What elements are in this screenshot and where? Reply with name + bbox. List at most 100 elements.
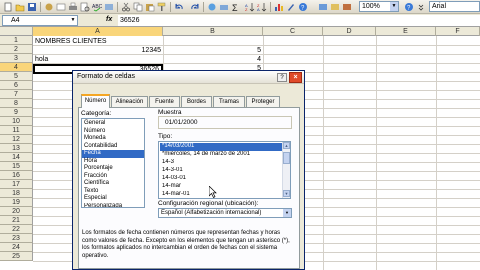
row-header[interactable]: 20 [0, 207, 33, 216]
cell-b3[interactable]: 4 [163, 55, 263, 64]
tab-tramas[interactable]: Tramas [213, 96, 245, 107]
sort-ascending-icon[interactable]: AZ [245, 2, 255, 12]
select-all-corner[interactable] [0, 27, 33, 36]
column-header-d[interactable]: D [323, 27, 376, 36]
scroll-thumb[interactable] [283, 152, 290, 164]
category-item[interactable]: Científica [82, 180, 144, 188]
autosum-icon[interactable]: Σ [231, 2, 241, 13]
row-header[interactable]: 10 [0, 117, 33, 126]
column-header-b[interactable]: B [163, 27, 263, 36]
row-header[interactable]: 14 [0, 153, 33, 162]
row-header[interactable]: 22 [0, 225, 33, 234]
column-header-c[interactable]: C [263, 27, 323, 36]
row-header[interactable]: 11 [0, 126, 33, 135]
type-item[interactable]: 14-mar [160, 183, 282, 191]
map-icon[interactable] [342, 2, 352, 12]
row-header[interactable]: 3 [0, 54, 33, 63]
row-header[interactable]: 7 [0, 90, 33, 99]
cut-icon[interactable] [121, 2, 131, 12]
row-header[interactable]: 15 [0, 162, 33, 171]
copy-icon[interactable] [133, 2, 143, 12]
picture-icon[interactable] [330, 2, 340, 12]
category-item[interactable]: Hora [82, 158, 144, 166]
row-header[interactable]: 5 [0, 72, 33, 81]
redo-icon[interactable] [190, 2, 200, 12]
new-icon[interactable] [3, 2, 13, 12]
format-painter-icon[interactable] [157, 2, 167, 12]
category-item[interactable]: Especial [82, 195, 144, 203]
column-header-f[interactable]: F [436, 27, 480, 36]
type-list-scrollbar[interactable]: ▲ ▼ [282, 142, 290, 198]
formula-input[interactable]: 36526 [118, 15, 480, 26]
help-circle-icon[interactable]: ? [404, 2, 414, 12]
row-header[interactable]: 17 [0, 180, 33, 189]
row-header[interactable]: 16 [0, 171, 33, 180]
cell-a1[interactable]: NOMBRES CLIENTES [33, 37, 163, 46]
row-header[interactable]: 21 [0, 216, 33, 225]
chevron-down-icon[interactable]: ▼ [283, 209, 291, 217]
category-item-selected[interactable]: Fecha [82, 150, 144, 158]
name-box[interactable]: A4 ▼ [2, 15, 78, 26]
column-header-e[interactable]: E [376, 27, 436, 36]
drawing-icon[interactable] [219, 2, 229, 12]
column-header-a[interactable]: A [33, 27, 163, 36]
dialog-title-bar[interactable]: Formato de celdas ? × [73, 71, 304, 84]
scroll-up-icon[interactable]: ▲ [283, 142, 290, 149]
type-item-selected[interactable]: *14/03/2001 [160, 143, 282, 151]
drawing-toolbar-icon[interactable] [286, 2, 296, 12]
row-header[interactable]: 23 [0, 234, 33, 243]
type-item[interactable]: 14-mar-01 [160, 191, 282, 199]
save-icon[interactable] [27, 2, 37, 12]
cell-a3[interactable]: hola [33, 55, 163, 64]
email-icon[interactable] [56, 2, 66, 12]
tab-alineacion[interactable]: Alineación [111, 96, 148, 107]
row-header[interactable]: 9 [0, 108, 33, 117]
category-item[interactable]: Número [82, 128, 144, 136]
research-icon[interactable] [104, 2, 114, 12]
type-item[interactable]: 14-03-01 [160, 175, 282, 183]
row-header[interactable]: 24 [0, 243, 33, 252]
row-header[interactable]: 19 [0, 198, 33, 207]
help-circle-icon[interactable]: ? [298, 2, 308, 12]
font-name-select[interactable]: Arial [429, 1, 480, 12]
tab-bordes[interactable]: Bordes [181, 96, 212, 107]
close-button[interactable]: × [289, 72, 302, 83]
row-header[interactable]: 18 [0, 189, 33, 198]
category-item[interactable]: Contabilidad [82, 143, 144, 151]
row-header[interactable]: 13 [0, 144, 33, 153]
paste-icon[interactable] [145, 2, 155, 12]
zoom-select[interactable]: 100% ▼ [359, 1, 399, 12]
category-item[interactable]: Moneda [82, 135, 144, 143]
category-item[interactable]: Porcentaje [82, 165, 144, 173]
cell-a2[interactable]: 12345 [33, 46, 163, 55]
row-header[interactable]: 25 [0, 252, 33, 261]
open-icon[interactable] [15, 2, 25, 12]
drawing-shapes-icon[interactable] [318, 2, 328, 12]
tab-numero[interactable]: Número [81, 94, 110, 108]
type-item[interactable]: 14-3 [160, 159, 282, 167]
help-button[interactable]: ? [277, 73, 287, 82]
toolbar-options-icon[interactable] [416, 2, 426, 12]
category-item[interactable]: Personalizada [82, 203, 144, 208]
insert-function-icon[interactable]: fx [106, 16, 112, 23]
sort-descending-icon[interactable]: ZA [257, 2, 267, 12]
scroll-down-icon[interactable]: ▼ [283, 190, 290, 197]
category-list[interactable]: General Número Moneda Contabilidad Fecha… [81, 118, 145, 208]
row-header[interactable]: 8 [0, 99, 33, 108]
row-header[interactable]: 12 [0, 135, 33, 144]
print-preview-icon[interactable] [80, 2, 90, 12]
row-header[interactable]: 1 [0, 36, 33, 45]
row-header[interactable]: 4 [0, 63, 33, 72]
type-list[interactable]: *14/03/2001 *miércoles, 14 de marzo de 2… [158, 141, 291, 199]
type-item[interactable]: 14-3-01 [160, 167, 282, 175]
chart-wizard-icon[interactable] [274, 2, 284, 12]
chevron-down-icon[interactable]: ▼ [390, 2, 398, 11]
locale-select[interactable]: Español (Alfabetización internacional) ▼ [158, 208, 292, 218]
hyperlink-icon[interactable] [207, 2, 217, 12]
chevron-down-icon[interactable]: ▼ [69, 16, 77, 25]
permission-icon[interactable] [44, 2, 54, 12]
category-item[interactable]: Texto [82, 188, 144, 196]
cell-b2[interactable]: 5 [163, 46, 263, 55]
category-item[interactable]: Fracción [82, 173, 144, 181]
tab-proteger[interactable]: Proteger [246, 96, 280, 107]
